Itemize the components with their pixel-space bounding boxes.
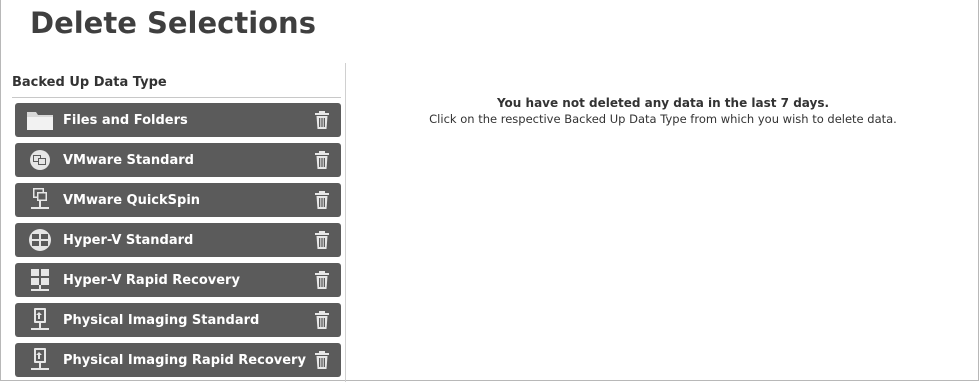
instruction-text: Click on the respective Backed Up Data T…	[429, 112, 897, 126]
data-type-vmware-standard[interactable]: VMware Standard	[15, 143, 341, 177]
data-type-label: VMware QuickSpin	[63, 192, 201, 208]
trash-icon[interactable]	[312, 268, 332, 292]
vmware-icon	[25, 147, 55, 173]
trash-icon[interactable]	[312, 308, 332, 332]
no-deletions-text: You have not deleted any data in the las…	[496, 96, 830, 110]
trash-icon[interactable]	[312, 348, 332, 372]
data-type-vmware-quickspin[interactable]: VMware QuickSpin	[15, 183, 341, 217]
folder-icon	[25, 107, 55, 133]
column-header: Backed Up Data Type	[12, 75, 167, 90]
quickspin-icon	[25, 187, 55, 213]
data-type-label: Files and Folders	[63, 112, 188, 128]
trash-icon[interactable]	[312, 228, 332, 252]
hyperv-icon	[25, 227, 55, 253]
page-title: Delete Selections	[30, 6, 316, 40]
data-type-physical-imaging-standard[interactable]: Physical Imaging Standard	[15, 303, 341, 337]
delete-selections-panel: Delete Selections Backed Up Data Type Fi…	[0, 0, 979, 382]
data-type-list: Files and Folders VMware Standard VMware…	[15, 103, 341, 383]
trash-icon[interactable]	[312, 148, 332, 172]
data-type-label: VMware Standard	[63, 152, 194, 168]
data-type-files-and-folders[interactable]: Files and Folders	[15, 103, 341, 137]
header-divider	[12, 97, 341, 98]
hyperv-rapid-icon	[25, 267, 55, 293]
trash-icon[interactable]	[312, 188, 332, 212]
data-type-label: Physical Imaging Standard	[63, 312, 260, 328]
trash-icon[interactable]	[312, 108, 332, 132]
data-type-pane: Backed Up Data Type Files and Folders VM…	[12, 63, 346, 382]
data-type-label: Hyper-V Rapid Recovery	[63, 272, 240, 288]
data-type-hyperv-rapid-recovery[interactable]: Hyper-V Rapid Recovery	[15, 263, 341, 297]
physical-imaging-rapid-icon	[25, 347, 55, 373]
data-type-physical-imaging-rapid-recovery[interactable]: Physical Imaging Rapid Recovery	[15, 343, 341, 377]
empty-state-message: You have not deleted any data in the las…	[346, 95, 979, 127]
data-type-hyperv-standard[interactable]: Hyper-V Standard	[15, 223, 341, 257]
physical-imaging-icon	[25, 307, 55, 333]
data-type-label: Physical Imaging Rapid Recovery	[63, 352, 306, 368]
data-type-label: Hyper-V Standard	[63, 232, 194, 248]
